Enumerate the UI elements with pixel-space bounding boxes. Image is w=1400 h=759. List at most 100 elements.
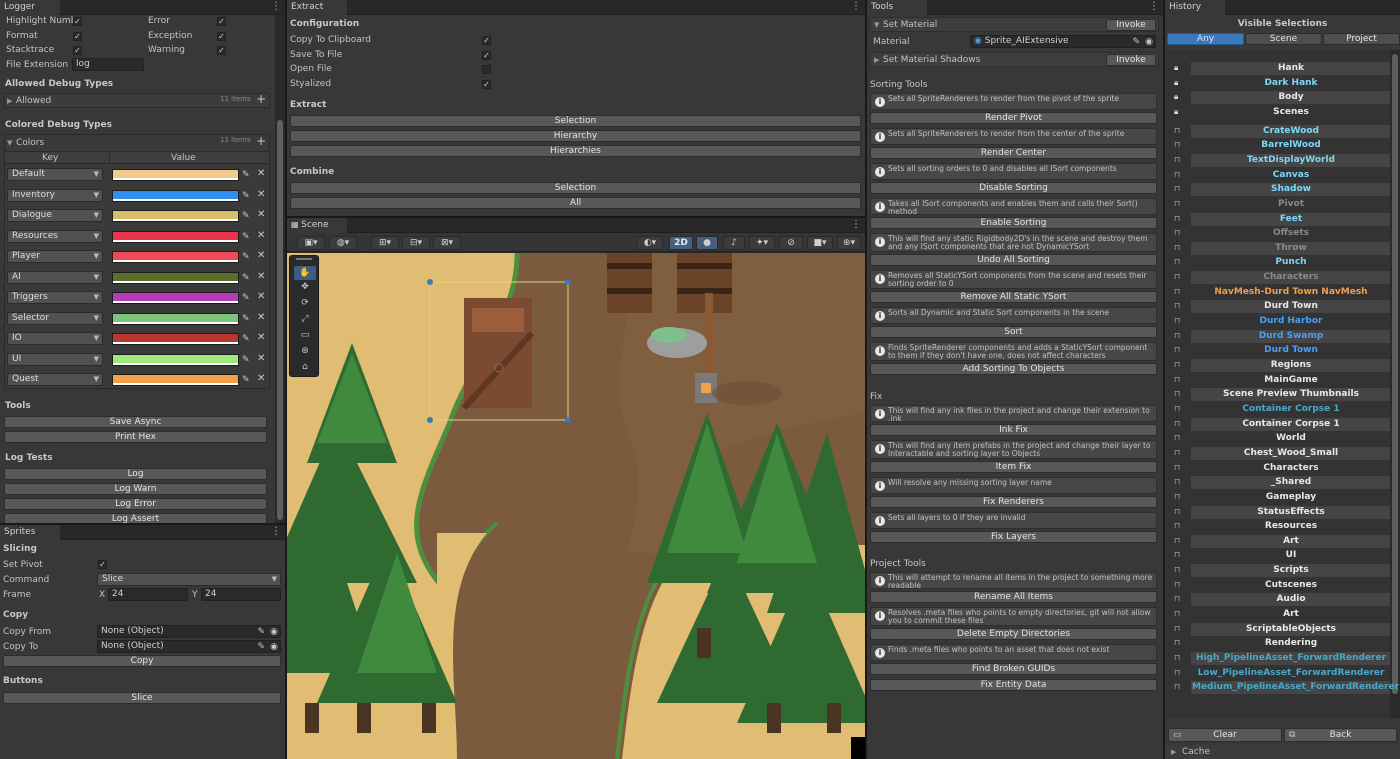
tab-sprites[interactable]: Sprites (0, 525, 60, 540)
object-picker-icon[interactable]: ◉ (270, 642, 278, 652)
lock-open-icon[interactable]: ⊓ (1174, 138, 1180, 152)
history-row[interactable]: ⊓ Medium_PipelineAsset_ForwardRenderer (1167, 680, 1399, 695)
file-extension-field[interactable]: log (72, 58, 144, 71)
history-scroll-thumb[interactable] (1392, 54, 1398, 694)
lock-open-icon[interactable]: ⊓ (1174, 270, 1180, 284)
color-swatch[interactable] (112, 230, 239, 243)
history-row[interactable]: ⊓ Offsets (1167, 226, 1390, 240)
hidden-objects-icon[interactable]: ⊘ (779, 236, 803, 250)
history-row[interactable]: ⊓ UI (1167, 548, 1390, 562)
history-row[interactable]: ⊓ High_PipelineAsset_ForwardRenderer (1167, 651, 1390, 665)
tool-button[interactable]: Ink Fix (870, 424, 1157, 436)
material-field[interactable]: ◉ Sprite_AIExtensive ✎ ◉ (970, 35, 1156, 48)
shading-mode-button[interactable]: ◐▾ (637, 236, 663, 250)
lock-open-icon[interactable]: ⊓ (1174, 592, 1180, 606)
color-key-dropdown[interactable]: Selector ▼ (7, 311, 103, 325)
pencil-icon[interactable]: ✎ (257, 642, 265, 652)
color-key-dropdown[interactable]: AI ▼ (7, 270, 103, 284)
scene-viewport[interactable] (287, 253, 865, 759)
tab-scene[interactable]: ▦ Scene (287, 218, 347, 233)
history-row[interactable]: ⊓ Scripts (1167, 563, 1390, 578)
kebab-menu-icon[interactable]: ⋮ (271, 526, 281, 537)
kebab-menu-icon[interactable]: ⋮ (851, 1, 861, 12)
lock-open-icon[interactable]: ⊓ (1174, 505, 1180, 519)
history-row[interactable]: ⊓ Durd Town (1167, 299, 1390, 314)
lock-open-icon[interactable]: ⊓ (1174, 636, 1180, 650)
transform-tool-icon[interactable]: ⊛ (294, 346, 316, 356)
lock-open-icon[interactable]: ⊓ (1174, 358, 1180, 372)
lock-closed-icon[interactable]: 🔒︎ (1174, 76, 1178, 90)
color-swatch[interactable] (112, 333, 239, 345)
history-row[interactable]: 🔒︎ Body (1167, 90, 1390, 105)
audio-toggle-icon[interactable]: ♪ (723, 236, 745, 250)
filter-tab-project[interactable]: Project (1323, 33, 1400, 45)
frame-y-field[interactable]: 24 (201, 588, 281, 601)
tool-button[interactable]: Remove All Static YSort (870, 291, 1157, 303)
option-checkbox[interactable]: ✓ (217, 46, 226, 55)
color-key-dropdown[interactable]: Triggers ▼ (7, 291, 103, 304)
lighting-toggle-icon[interactable]: ● (696, 236, 718, 250)
save-async-button[interactable]: Save Async (4, 416, 267, 428)
effects-toggle-icon[interactable]: ✦▾ (749, 236, 775, 250)
lock-open-icon[interactable]: ⊓ (1174, 402, 1180, 416)
history-row[interactable]: ⊓ Throw (1167, 241, 1390, 255)
lock-open-icon[interactable]: ⊓ (1174, 329, 1180, 343)
tool-button[interactable]: Add Sorting To Objects (870, 363, 1157, 375)
history-row[interactable]: ⊓ Scene Preview Thumbnails (1167, 387, 1390, 402)
lock-open-icon[interactable]: ⊓ (1174, 651, 1180, 665)
eyedropper-icon[interactable]: ✎ (242, 314, 250, 324)
remove-icon[interactable]: ✕ (257, 333, 265, 343)
history-row[interactable]: ⊓ Characters (1167, 270, 1390, 285)
invoke-button[interactable]: Invoke (1106, 19, 1156, 31)
color-swatch[interactable] (112, 251, 239, 263)
lock-open-icon[interactable]: ⊓ (1174, 417, 1180, 431)
extract-option-checkbox[interactable]: ✓ (482, 50, 491, 60)
lock-open-icon[interactable]: ⊓ (1174, 387, 1180, 401)
history-row[interactable]: ⊓ Chest_Wood_Small (1167, 446, 1390, 460)
option-checkbox[interactable]: ✓ (217, 17, 226, 26)
remove-icon[interactable]: ✕ (257, 189, 265, 200)
remove-icon[interactable]: ✕ (257, 230, 265, 241)
log-error-button[interactable]: Log Error (4, 498, 267, 510)
history-row[interactable]: ⊓ CrateWood (1167, 124, 1390, 138)
tool-button[interactable]: Undo All Sorting (870, 254, 1157, 266)
history-row[interactable]: ⊓ Cutscenes (1167, 578, 1390, 592)
draw-mode-button[interactable]: ▣▾ (297, 236, 325, 250)
history-row[interactable]: ⊓ Feet (1167, 212, 1390, 226)
lock-open-icon[interactable]: ⊓ (1174, 314, 1180, 328)
color-key-dropdown[interactable]: Resources ▼ (7, 229, 103, 243)
object-picker-icon[interactable]: ◉ (270, 627, 278, 637)
tool-button[interactable]: Item Fix (870, 461, 1157, 473)
lock-open-icon[interactable]: ⊓ (1174, 255, 1180, 269)
extract-button-hierarchies[interactable]: Hierarchies (290, 145, 861, 157)
history-row[interactable]: ⊓ Regions (1167, 358, 1390, 372)
log-button[interactable]: Log (4, 468, 267, 480)
grid-snap-button[interactable]: ⊞▾ (371, 236, 399, 250)
remove-icon[interactable]: ✕ (257, 374, 265, 384)
extract-option-checkbox[interactable] (482, 65, 491, 75)
gizmos-toggle-icon[interactable]: ⊕▾ (837, 236, 861, 250)
kebab-menu-icon[interactable]: ⋮ (271, 1, 281, 12)
combine-button-all[interactable]: All (290, 197, 861, 209)
lock-open-icon[interactable]: ⊓ (1174, 168, 1180, 182)
history-row[interactable]: ⊓ NavMesh-Durd Town NavMesh (1167, 285, 1390, 299)
extract-button-selection[interactable]: Selection (290, 115, 861, 127)
tool-button[interactable]: Fix Renderers (870, 496, 1157, 508)
cache-foldout[interactable]: ▶ Cache (1165, 745, 1400, 759)
grid-visibility-button[interactable]: ⊠▾ (433, 236, 461, 250)
add-icon[interactable]: + (256, 93, 266, 105)
eyedropper-icon[interactable]: ✎ (242, 293, 250, 303)
option-checkbox[interactable]: ✓ (73, 17, 82, 26)
history-row[interactable]: ⊓ Pivot (1167, 197, 1390, 211)
lock-open-icon[interactable]: ⊓ (1174, 563, 1180, 577)
history-row[interactable]: ⊓ Container Corpse 1 (1167, 402, 1390, 416)
eyedropper-icon[interactable]: ✎ (242, 170, 250, 180)
move-tool-icon[interactable]: ✥ (294, 282, 316, 292)
copy-button[interactable]: Copy (3, 655, 281, 667)
history-row[interactable]: ⊓ Rendering (1167, 636, 1390, 650)
remove-icon[interactable]: ✕ (257, 353, 265, 364)
tool-button[interactable]: Delete Empty Directories (870, 628, 1157, 640)
lock-open-icon[interactable]: ⊓ (1174, 666, 1180, 680)
eyedropper-icon[interactable]: ✎ (242, 334, 250, 344)
lock-closed-icon[interactable]: 🔒︎ (1174, 61, 1178, 75)
